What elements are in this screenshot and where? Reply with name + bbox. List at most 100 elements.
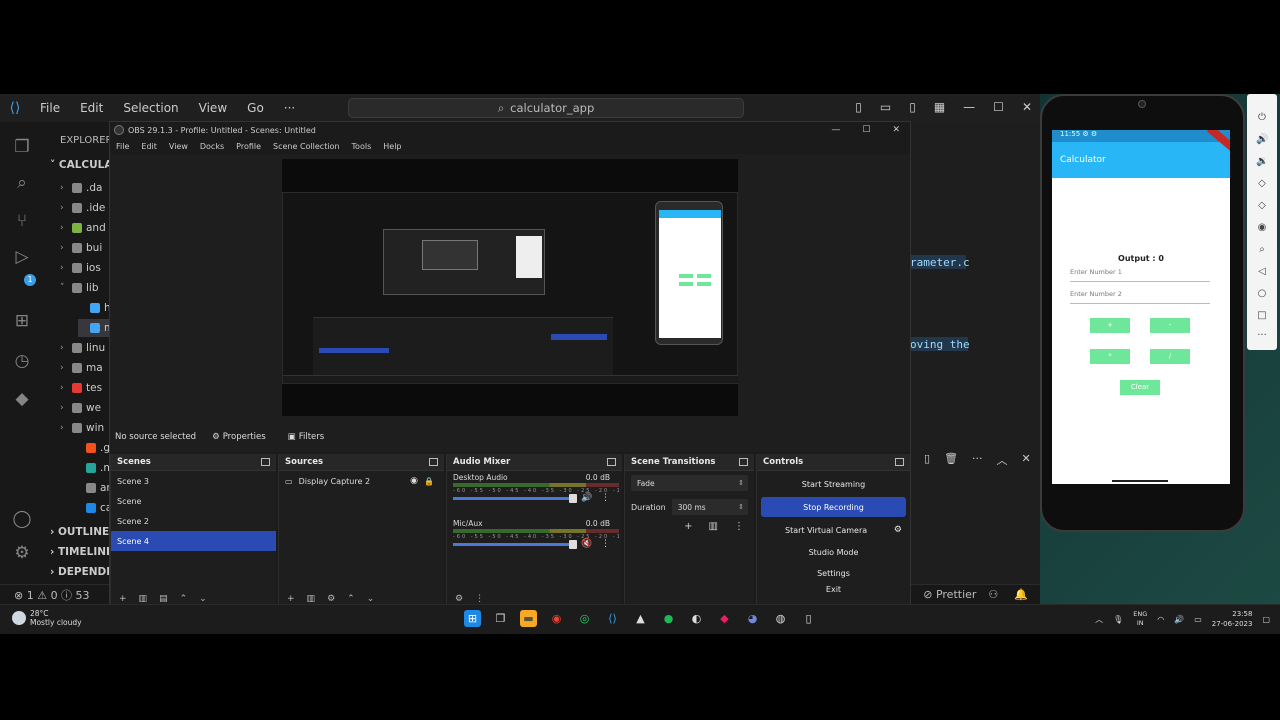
start-icon[interactable]: ⊞ bbox=[464, 610, 481, 627]
overview-icon[interactable]: □ bbox=[1256, 310, 1268, 322]
remote-icon[interactable]: ◷ bbox=[11, 350, 33, 372]
vs-editor-area[interactable]: rameter.c oving the ▯ 🗑 ··· ︿ ✕ bbox=[910, 122, 1040, 584]
maximize-icon[interactable]: ☐ bbox=[993, 100, 1004, 114]
speaker-icon[interactable]: 🔊 bbox=[1174, 615, 1184, 624]
obs-menu-docks[interactable]: Docks bbox=[200, 142, 224, 151]
close-icon[interactable]: ✕ bbox=[892, 125, 900, 135]
source-item[interactable]: ▭ Display Capture 2 ◉ 🔒 bbox=[279, 471, 444, 491]
search-icon[interactable]: ⌕ bbox=[11, 172, 33, 194]
move-down-icon[interactable]: ⌄ bbox=[367, 594, 375, 604]
split-terminal-icon[interactable]: ▯ bbox=[924, 452, 930, 468]
run-debug-icon[interactable]: ▷ bbox=[11, 246, 33, 268]
tree-item[interactable]: › win bbox=[60, 419, 104, 437]
outline-section[interactable]: › OUTLINE bbox=[50, 526, 109, 538]
tree-item[interactable]: › .ide bbox=[60, 199, 105, 217]
scene-item[interactable]: Scene 2 bbox=[111, 511, 276, 531]
kebab-menu-icon[interactable]: ⋮ bbox=[734, 521, 744, 532]
move-down-icon[interactable]: ⌄ bbox=[199, 594, 207, 604]
notification-icon[interactable]: ▢ bbox=[1262, 615, 1270, 624]
obs-menu-scene-collection[interactable]: Scene Collection bbox=[273, 142, 340, 151]
divide-button[interactable]: / bbox=[1150, 349, 1190, 364]
add-icon[interactable]: + bbox=[119, 594, 127, 604]
advanced-audio-icon[interactable]: ⚙ bbox=[455, 594, 463, 604]
microphone-icon[interactable]: 🎙 bbox=[1113, 615, 1123, 624]
obs-menu-view[interactable]: View bbox=[169, 142, 188, 151]
scene-item-selected[interactable]: Scene 4 bbox=[111, 531, 276, 551]
weather-widget[interactable]: 28°C Mostly cloudy bbox=[12, 609, 82, 627]
multiply-button[interactable]: * bbox=[1090, 349, 1130, 364]
spotify-icon[interactable]: ● bbox=[660, 610, 677, 627]
obs-menu-tools[interactable]: Tools bbox=[352, 142, 372, 151]
vs-menu-view[interactable]: View bbox=[189, 101, 237, 115]
move-up-icon[interactable]: ⌃ bbox=[347, 594, 355, 604]
emulator-screen[interactable]: 11:55 ⚙ ⚙ Calculator Output : 0 bbox=[1052, 130, 1230, 484]
tree-item[interactable]: h bbox=[78, 299, 111, 317]
back-icon[interactable]: ◁ bbox=[1256, 266, 1268, 278]
clock[interactable]: 23:58 27-06-2023 bbox=[1212, 609, 1253, 629]
more-icon[interactable]: ⋮ bbox=[475, 594, 484, 604]
obs-menu-file[interactable]: File bbox=[116, 142, 129, 151]
trash-icon[interactable]: ▥ bbox=[139, 594, 148, 604]
add-button[interactable]: + bbox=[1090, 318, 1130, 333]
tree-item[interactable]: › tes bbox=[60, 379, 102, 397]
file-explorer-icon[interactable]: ▬ bbox=[520, 610, 537, 627]
close-icon[interactable]: ✕ bbox=[1022, 100, 1032, 114]
zoom-icon[interactable]: ⌕ bbox=[1256, 244, 1268, 256]
slider-knob[interactable] bbox=[569, 540, 577, 549]
timeline-section[interactable]: › TIMELINE bbox=[50, 546, 113, 558]
vs-menu-edit[interactable]: Edit bbox=[70, 101, 113, 115]
chrome-icon[interactable]: ◉ bbox=[548, 610, 565, 627]
vscode-icon[interactable]: ⟨⟩ bbox=[604, 610, 621, 627]
volume-down-icon[interactable]: 🔉 bbox=[1256, 156, 1268, 168]
tree-item[interactable]: › bui bbox=[60, 239, 102, 257]
layout-panel-icon[interactable]: ▭ bbox=[880, 100, 891, 114]
battery-icon[interactable]: ▭ bbox=[1194, 615, 1202, 624]
volume-up-icon[interactable]: 🔊 bbox=[1256, 134, 1268, 146]
undock-icon[interactable] bbox=[607, 458, 616, 466]
emulator-taskbar-icon[interactable]: ▯ bbox=[800, 610, 817, 627]
tree-item[interactable]: › ma bbox=[60, 359, 103, 377]
minimize-icon[interactable]: — bbox=[963, 100, 975, 114]
trash-icon[interactable]: ▥ bbox=[709, 521, 718, 532]
number2-input[interactable]: Enter Number 2 bbox=[1070, 290, 1210, 304]
obs-taskbar-icon[interactable]: ◍ bbox=[772, 610, 789, 627]
vs-menu-file[interactable]: File bbox=[30, 101, 70, 115]
vs-menu-more[interactable]: ··· bbox=[274, 101, 305, 115]
layout-secondary-icon[interactable]: ▯ bbox=[909, 100, 916, 114]
subtract-button[interactable]: - bbox=[1150, 318, 1190, 333]
vs-menu-selection[interactable]: Selection bbox=[113, 101, 188, 115]
more-icon[interactable]: ··· bbox=[1256, 330, 1268, 342]
add-icon[interactable]: + bbox=[287, 594, 295, 604]
add-icon[interactable]: + bbox=[684, 521, 692, 532]
undock-icon[interactable] bbox=[895, 458, 904, 466]
settings-button[interactable]: Settings bbox=[761, 564, 906, 582]
maximize-icon[interactable]: ☐ bbox=[862, 125, 870, 135]
discord-icon[interactable]: ◕ bbox=[744, 610, 761, 627]
flutter-icon[interactable]: ◆ bbox=[11, 388, 33, 410]
gear-icon[interactable]: ⚙ bbox=[327, 594, 335, 604]
trash-icon[interactable]: 🗑 bbox=[944, 452, 958, 468]
rotate-right-icon[interactable]: ◇ bbox=[1256, 200, 1268, 212]
transition-select[interactable]: Fade ⇕ bbox=[631, 475, 748, 491]
tree-item[interactable]: › ios bbox=[60, 259, 101, 277]
chevron-up-icon[interactable]: ︿ bbox=[1095, 614, 1103, 625]
duration-spinbox[interactable]: 300 ms ⇕ bbox=[671, 499, 748, 515]
tree-item[interactable]: › .da bbox=[60, 179, 102, 197]
start-virtual-camera-button[interactable]: Start Virtual Camera ⚙ bbox=[761, 520, 906, 540]
vs-menu-go[interactable]: Go bbox=[237, 101, 274, 115]
studio-mode-button[interactable]: Studio Mode bbox=[761, 543, 906, 561]
whatsapp-icon[interactable]: ◎ bbox=[576, 610, 593, 627]
volume-slider[interactable] bbox=[453, 540, 577, 549]
filter-icon[interactable]: ▤ bbox=[159, 594, 168, 604]
speaker-icon[interactable]: 🔊 bbox=[581, 493, 592, 503]
wifi-icon[interactable]: ◠ bbox=[1157, 615, 1164, 624]
files-icon[interactable]: ❐ bbox=[11, 136, 33, 158]
inkscape-icon[interactable]: ▲ bbox=[632, 610, 649, 627]
properties-button[interactable]: ⚙ Properties bbox=[206, 430, 272, 444]
scene-item[interactable]: Scene bbox=[111, 491, 276, 511]
lock-icon[interactable]: 🔒 bbox=[424, 477, 434, 486]
rotate-left-icon[interactable]: ◇ bbox=[1256, 178, 1268, 190]
layout-custom-icon[interactable]: ▦ bbox=[934, 100, 945, 114]
tree-item[interactable]: ˅ lib bbox=[60, 279, 99, 297]
github-icon[interactable]: ◐ bbox=[688, 610, 705, 627]
